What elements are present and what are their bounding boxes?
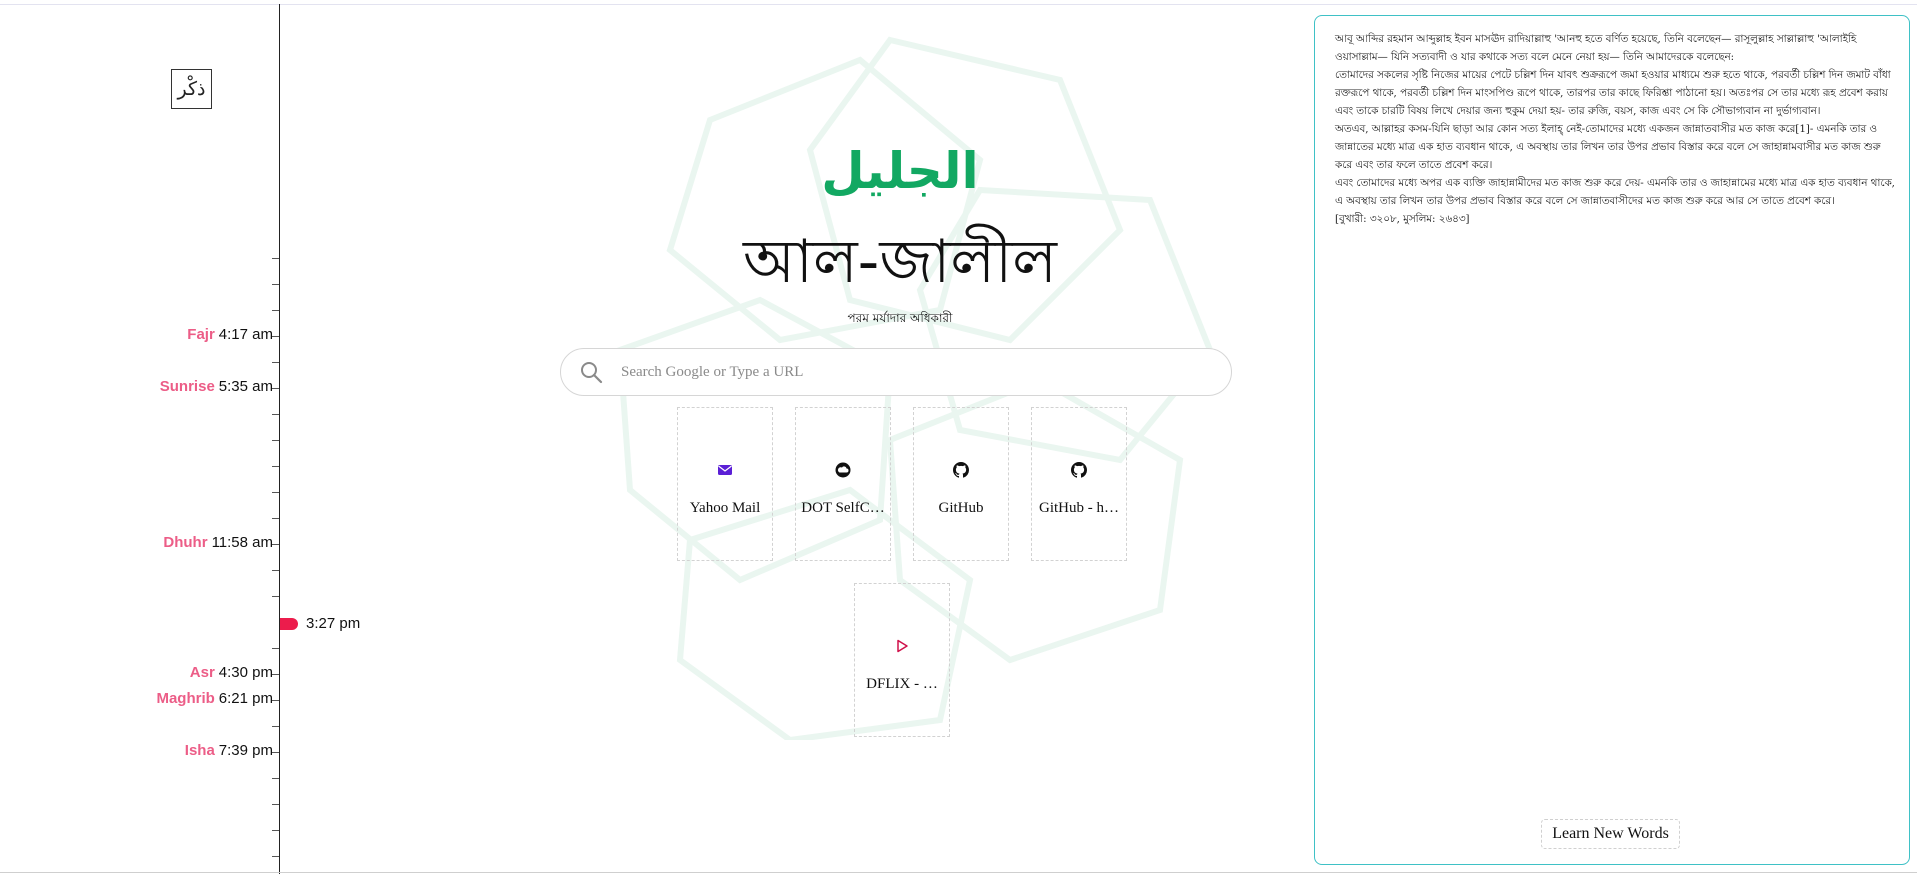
- timeline-axis: [279, 4, 280, 874]
- shortcut-label: GitHub: [938, 500, 984, 516]
- timeline-tick: [272, 362, 279, 363]
- arabic-name: الجليل: [821, 142, 979, 200]
- prayer-fajr: Fajr 4:17 am: [187, 326, 273, 343]
- prayer-name: Isha: [184, 742, 215, 759]
- shortcut-label: Yahoo Mail: [689, 500, 761, 516]
- prayer-dhuhr: Dhuhr 11:58 am: [163, 534, 273, 551]
- timeline-tick: [272, 830, 279, 831]
- play-icon: [894, 638, 910, 654]
- timeline-tick: [272, 700, 279, 701]
- prayer-time: 7:39 pm: [218, 742, 273, 759]
- prayer-time: 4:30 pm: [218, 664, 273, 681]
- timeline-tick: [272, 414, 279, 415]
- timeline-tick: [272, 388, 279, 389]
- hadith-text: আবূ আব্দির রহমান আব্দুল্লাহ ইবন মাসঊদ রা…: [1335, 30, 1895, 228]
- prayer-asr: Asr 4:30 pm: [190, 664, 273, 681]
- timeline-tick: [272, 570, 279, 571]
- prayer-name: Fajr: [187, 326, 215, 343]
- timeline-tick: [272, 258, 279, 259]
- prayer-isha: Isha 7:39 pm: [185, 742, 273, 759]
- current-time-marker: [280, 618, 298, 630]
- github-icon: [953, 462, 969, 478]
- timeline-tick: [272, 492, 279, 493]
- timeline-tick: [272, 804, 279, 805]
- name-meaning: পরম মর্যাদার অধিকারী: [847, 311, 953, 325]
- timeline-tick: [272, 466, 279, 467]
- search-icon: [561, 348, 621, 396]
- shortcut-label: DFLIX - …: [866, 676, 938, 692]
- timeline-tick: [272, 544, 279, 545]
- hadith-reference: [বুখারী: ৩২০৮, মুসলিম: ২৬৪৩]: [1335, 213, 1470, 225]
- shortcut-dot-selfc[interactable]: DOT SelfC…: [795, 407, 891, 561]
- current-time-label: 3:27 pm: [306, 615, 361, 632]
- hadith-paragraph: আবূ আব্দির রহমান আব্দুল্লাহ ইবন মাসঊদ রা…: [1335, 33, 1857, 63]
- prayer-name: Sunrise: [159, 378, 215, 395]
- timeline-tick: [272, 440, 279, 441]
- timeline-tick: [272, 856, 279, 857]
- prayer-time: 6:21 pm: [218, 690, 273, 707]
- timeline-tick: [272, 778, 279, 779]
- hadith-paragraph: এবং তোমাদের মধ্যে অপর এক ব্যক্তি জাহান্ন…: [1335, 177, 1895, 207]
- prayer-name: Maghrib: [156, 690, 215, 707]
- prayer-name: Dhuhr: [163, 534, 208, 551]
- prayer-name: Asr: [189, 664, 215, 681]
- cloud-icon: [835, 462, 851, 478]
- shortcut-dflix[interactable]: DFLIX - …: [854, 583, 950, 737]
- hadith-paragraph: তোমাদের সকলের সৃষ্টি নিজের মায়ের পেটে চ…: [1335, 69, 1891, 117]
- mail-icon: [717, 462, 733, 478]
- shortcut-github-h[interactable]: GitHub - h…: [1031, 407, 1127, 561]
- timeline-tick: [272, 726, 279, 727]
- hadith-paragraph: অতএব, আল্লাহর কসম-যিনি ছাড়া আর কোন সত্য…: [1335, 123, 1881, 171]
- github-icon: [1071, 462, 1087, 478]
- learn-new-words-button[interactable]: Learn New Words: [1541, 819, 1680, 849]
- timeline-tick: [272, 674, 279, 675]
- shortcut-yahoo-mail[interactable]: Yahoo Mail: [677, 407, 773, 561]
- prayer-time: 11:58 am: [211, 534, 273, 551]
- hadith-panel: আবূ আব্দির রহমান আব্দুল্লাহ ইবন মাসঊদ রা…: [1314, 15, 1910, 865]
- bengali-name: আল-জালীল: [742, 227, 1057, 297]
- timeline-tick: [272, 336, 279, 337]
- timeline-tick: [272, 518, 279, 519]
- search-bar[interactable]: [560, 348, 1232, 396]
- top-border: [0, 4, 1917, 5]
- app-logo[interactable]: ذكْر: [171, 69, 212, 109]
- shortcut-label: GitHub - h…: [1039, 500, 1119, 516]
- timeline-tick: [272, 648, 279, 649]
- search-input[interactable]: [621, 363, 1201, 381]
- prayer-maghrib: Maghrib 6:21 pm: [156, 690, 273, 707]
- prayer-time: 4:17 am: [218, 326, 273, 343]
- bottom-border: [0, 872, 1917, 873]
- shortcut-github[interactable]: GitHub: [913, 407, 1009, 561]
- timeline-tick: [272, 752, 279, 753]
- prayer-sunrise: Sunrise 5:35 am: [160, 378, 273, 395]
- shortcut-label: DOT SelfC…: [801, 500, 885, 516]
- timeline-tick: [272, 596, 279, 597]
- timeline-tick: [272, 310, 279, 311]
- timeline-tick: [272, 284, 279, 285]
- prayer-time: 5:35 am: [218, 378, 273, 395]
